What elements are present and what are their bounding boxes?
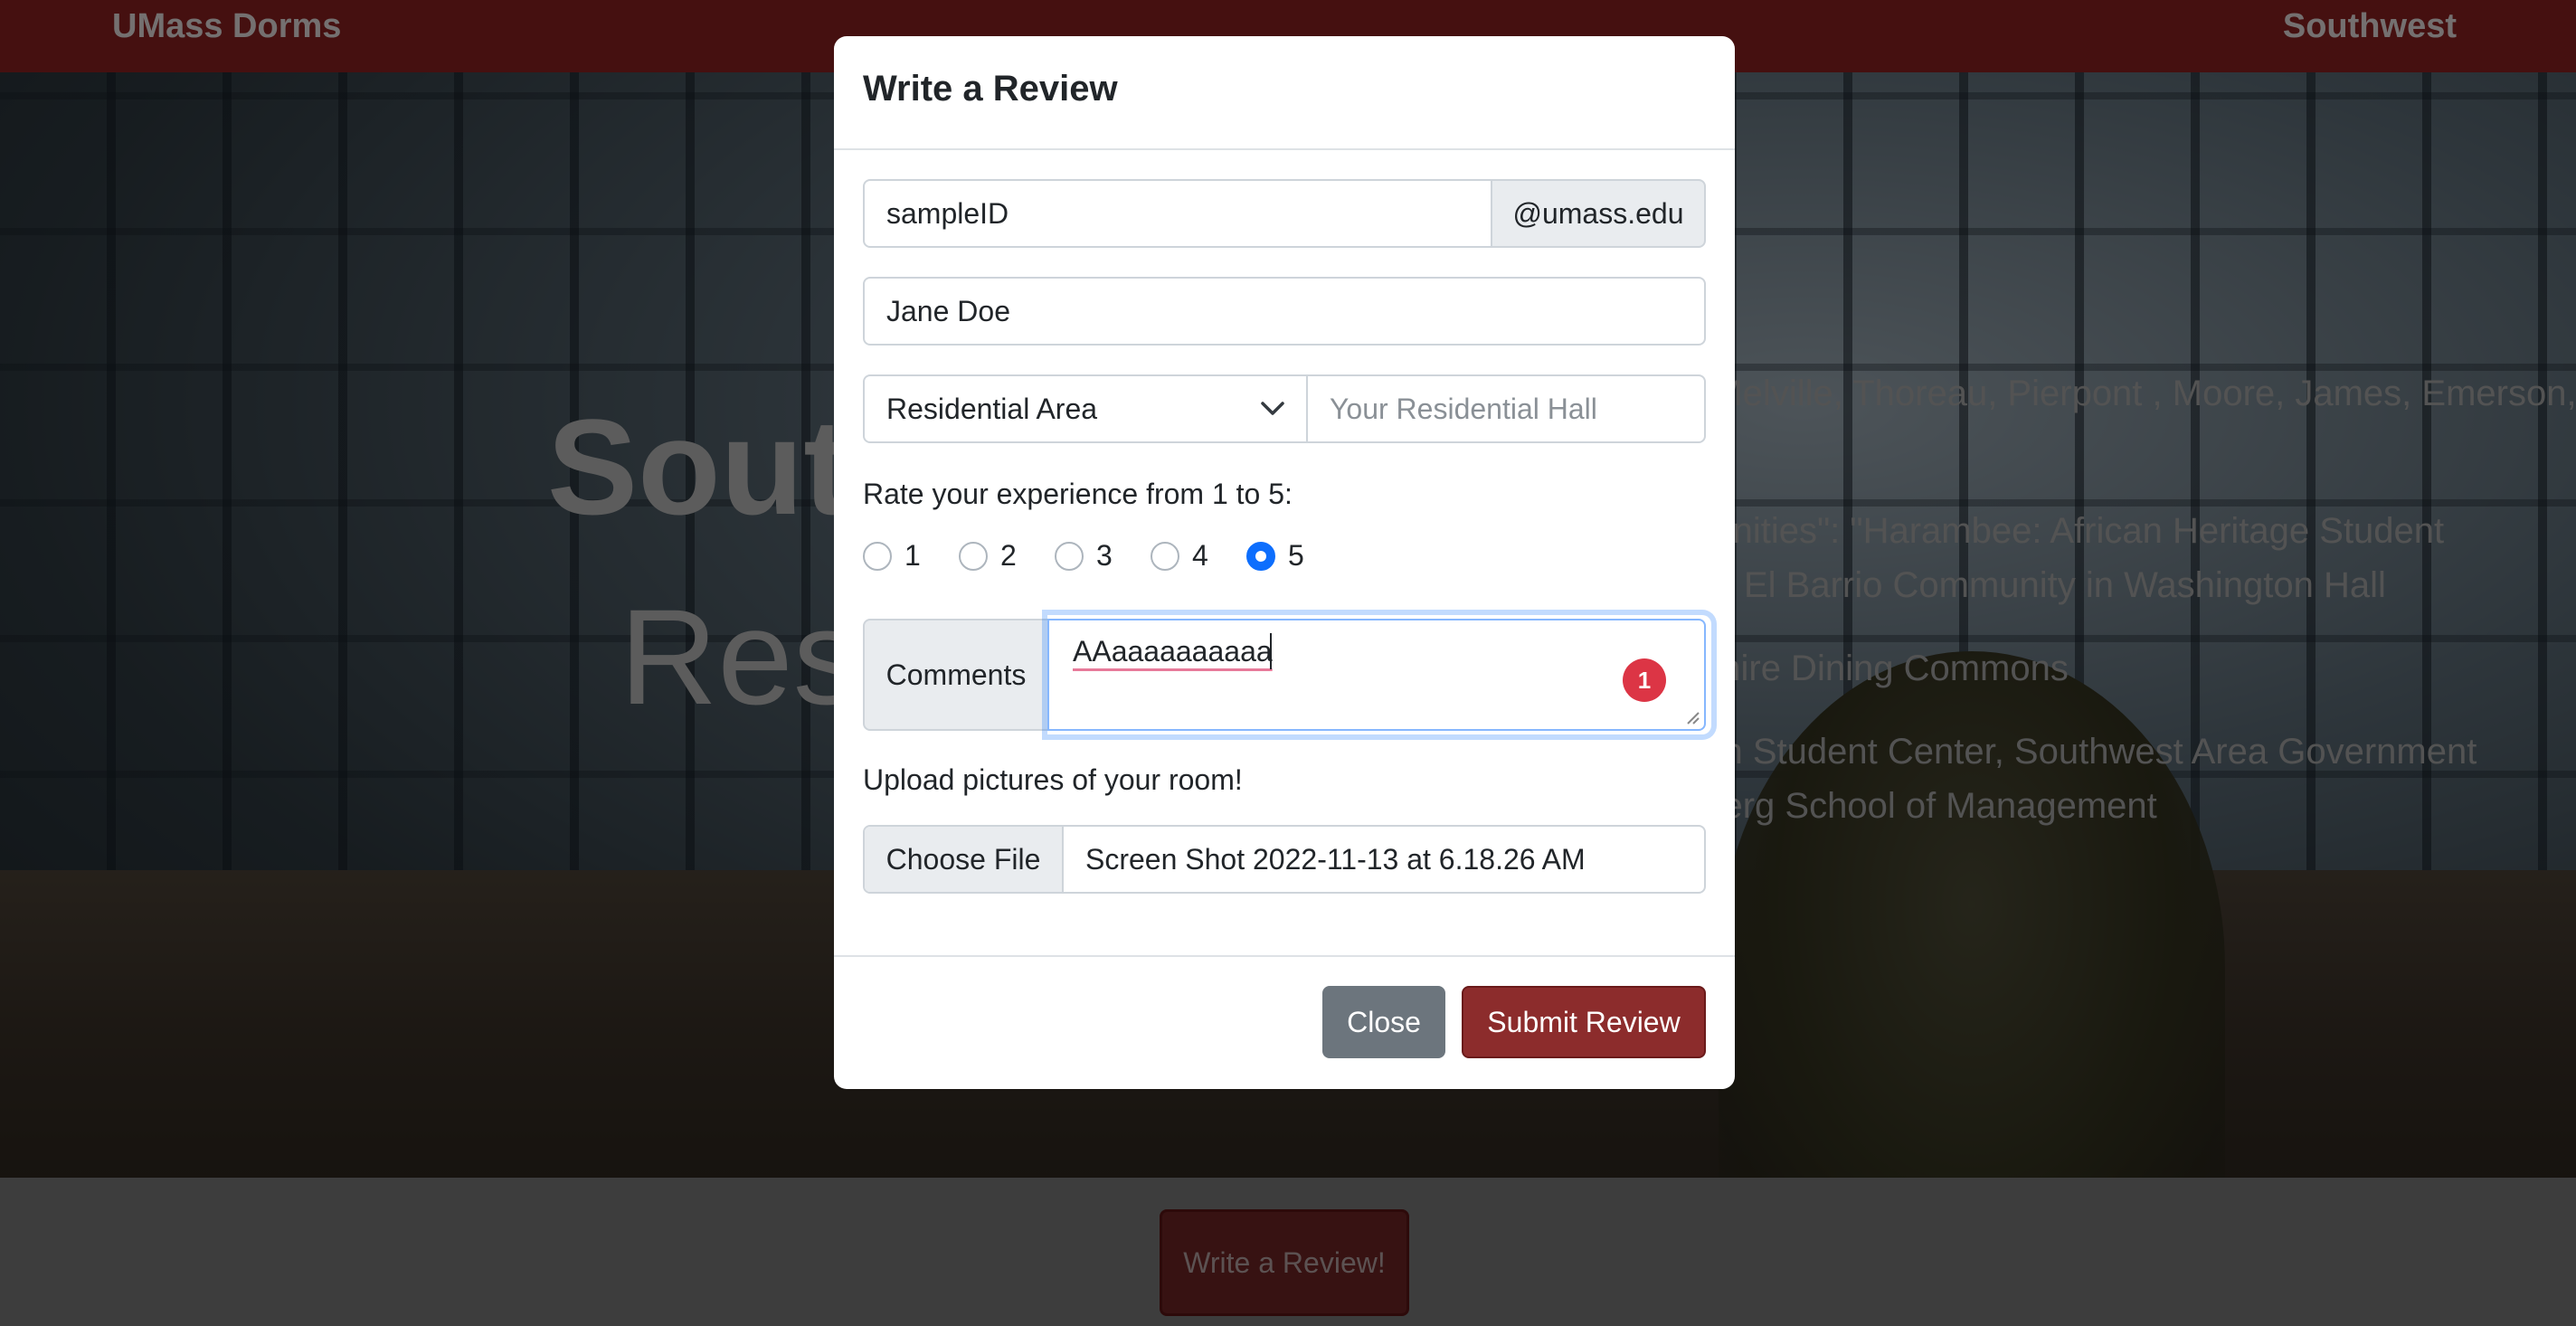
email-id-input[interactable] (863, 179, 1492, 248)
rating-radio-3[interactable]: 3 (1055, 539, 1113, 573)
comments-text: AAaaaaaaaaaa (1073, 635, 1273, 668)
rating-label: Rate your experience from 1 to 5: (863, 478, 1293, 510)
radio-circle-checked[interactable] (1246, 541, 1275, 571)
rating-option-label: 2 (1000, 539, 1017, 572)
email-suffix-addon: @umass.edu (1491, 179, 1706, 248)
name-input[interactable] (863, 277, 1706, 346)
resize-handle-icon[interactable] (1684, 709, 1700, 725)
modal-header: Write a Review (834, 36, 1735, 150)
close-button[interactable]: Close (1322, 986, 1445, 1058)
rating-option-label: 3 (1096, 539, 1113, 572)
file-name: Screen Shot 2022-11-13 at 6.18.26 AM (1085, 842, 1586, 876)
text-cursor (1270, 633, 1272, 669)
radio-circle[interactable] (863, 541, 892, 571)
rating-option-label: 4 (1192, 539, 1208, 572)
upload-label: Upload pictures of your room! (863, 763, 1243, 796)
radio-circle[interactable] (1055, 541, 1084, 571)
rating-radio-1[interactable]: 1 (863, 539, 921, 573)
rating-option-label: 1 (904, 539, 921, 572)
radio-circle[interactable] (959, 541, 988, 571)
chevron-down-icon (1261, 402, 1284, 415)
comments-textarea[interactable]: AAaaaaaaaaaa 1 (1047, 619, 1706, 731)
file-input[interactable]: Choose File Screen Shot 2022-11-13 at 6.… (863, 825, 1706, 894)
modal-body: @umass.edu Residential Area Rate your ex… (834, 150, 1735, 955)
submit-review-button[interactable]: Submit Review (1462, 986, 1706, 1058)
modal-title: Write a Review (863, 69, 1118, 109)
rating-radio-4[interactable]: 4 (1151, 539, 1208, 573)
review-modal: Write a Review @umass.edu Residential Ar… (834, 36, 1735, 1089)
residential-hall-input[interactable] (1306, 374, 1706, 443)
rating-radio-5[interactable]: 5 (1246, 539, 1304, 573)
modal-footer: Close Submit Review (834, 955, 1735, 1089)
choose-file-button[interactable]: Choose File (865, 827, 1064, 892)
radio-circle[interactable] (1151, 541, 1179, 571)
rating-option-label: 5 (1288, 539, 1304, 572)
residential-area-select[interactable]: Residential Area (863, 374, 1308, 443)
comments-label-addon: Comments (863, 619, 1049, 731)
residential-area-value: Residential Area (886, 392, 1098, 425)
spellcheck-badge[interactable]: 1 (1623, 658, 1666, 702)
rating-radio-2[interactable]: 2 (959, 539, 1017, 573)
